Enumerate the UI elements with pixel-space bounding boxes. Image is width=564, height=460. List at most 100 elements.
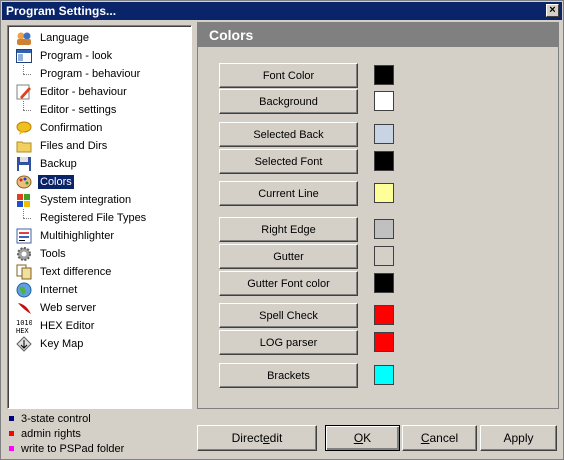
legend-item: admin rights <box>9 426 124 441</box>
gear-icon <box>16 246 32 262</box>
tree-item-tools[interactable]: Tools <box>16 245 186 263</box>
tree-item-registered-file-types[interactable]: Registered File Types <box>16 209 186 227</box>
right-edge-swatch[interactable] <box>374 219 394 239</box>
selected-back-button[interactable]: Selected Back <box>219 122 358 147</box>
selected-font-swatch[interactable] <box>374 151 394 171</box>
close-button[interactable]: × <box>546 4 559 17</box>
tree-item-system-integration[interactable]: System integration <box>16 191 186 209</box>
pencil-icon <box>16 84 32 100</box>
speech-bubble-icon <box>16 120 32 136</box>
tree-item-label: Multihighlighter <box>40 230 114 242</box>
tree-item-label: Web server <box>40 302 97 314</box>
title-bar: Program Settings... × <box>2 2 562 20</box>
selected-back-swatch[interactable] <box>374 124 394 144</box>
language-icon <box>16 30 32 46</box>
spell-check-button[interactable]: Spell Check <box>219 303 358 328</box>
tree-item-label: Colors <box>38 175 74 189</box>
tree-item-backup[interactable]: Backup <box>16 155 186 173</box>
cancel-button[interactable]: Cancel <box>402 425 477 451</box>
background-button[interactable]: Background <box>219 89 358 114</box>
brackets-swatch[interactable] <box>374 365 394 385</box>
font-color-swatch[interactable] <box>374 65 394 85</box>
tree-item-label: Language <box>40 32 89 44</box>
tree-item-multihighlighter[interactable]: Multihighlighter <box>16 227 186 245</box>
spell-check-swatch[interactable] <box>374 305 394 325</box>
palette-icon <box>16 174 32 190</box>
tree-item-program-look[interactable]: Program - look <box>16 47 186 65</box>
feather-icon <box>16 300 32 316</box>
gutter-swatch[interactable] <box>374 246 394 266</box>
current-line-button[interactable]: Current Line <box>219 181 358 206</box>
background-swatch[interactable] <box>374 91 394 111</box>
svg-text:1010: 1010 <box>16 319 32 327</box>
window-layout-icon <box>16 48 32 64</box>
ok-button[interactable]: OK <box>325 425 400 451</box>
folder-icon <box>16 138 32 154</box>
current-line-swatch[interactable] <box>374 183 394 203</box>
tree-item-program-behaviour[interactable]: Program - behaviour <box>16 65 186 83</box>
floppy-disk-icon <box>16 156 32 172</box>
legend-color-marker <box>9 416 14 421</box>
svg-text:HEX: HEX <box>16 327 29 334</box>
legend-item: 3-state control <box>9 411 124 426</box>
tree-connector <box>16 65 32 83</box>
tree-item-confirmation[interactable]: Confirmation <box>16 119 186 137</box>
tree-item-label: Internet <box>40 284 78 296</box>
highlighter-list-icon <box>16 228 32 244</box>
settings-dialog: Program Settings... × Language Program - … <box>0 0 564 460</box>
log-parser-button[interactable]: LOG parser <box>219 330 358 355</box>
gutter-button[interactable]: Gutter <box>219 244 358 269</box>
tree-connector <box>16 101 32 119</box>
tree-item-label: Program - look <box>40 50 113 62</box>
hex-icon: 1010 HEX <box>16 318 32 334</box>
font-color-button[interactable]: Font Color <box>219 63 358 88</box>
settings-category-tree[interactable]: Language Program - look Program - behaviou… <box>7 25 192 409</box>
panel-title: Colors <box>198 23 558 47</box>
tree-item-files-and-dirs[interactable]: Files and Dirs <box>16 137 186 155</box>
direct-edit-button[interactable]: Direct e dit <box>197 425 317 451</box>
compare-icon <box>16 264 32 280</box>
tree-item-key-map[interactable]: Key Map <box>16 335 186 353</box>
tree-item-label: Text difference <box>40 266 112 278</box>
tree-item-label: Key Map <box>40 338 84 350</box>
legend-color-marker <box>9 431 14 436</box>
windows-logo-icon <box>16 192 32 208</box>
tree-item-label: Confirmation <box>40 122 103 134</box>
tree-item-label: Editor - settings <box>40 104 117 116</box>
tree-item-editor-settings[interactable]: Editor - settings <box>16 101 186 119</box>
legend-color-marker <box>9 446 14 451</box>
tree-item-label: Backup <box>40 158 77 170</box>
tree-item-label: Editor - behaviour <box>40 86 127 98</box>
gutter-font-color-button[interactable]: Gutter Font color <box>219 271 358 296</box>
brackets-button[interactable]: Brackets <box>219 363 358 388</box>
tree-item-label: System integration <box>40 194 132 206</box>
legend-label: 3-state control <box>21 412 91 425</box>
legend-label: write to PSPad folder <box>21 442 125 455</box>
legend: 3-state control admin rights write to PSPa… <box>9 411 124 456</box>
tree-item-hex-editor[interactable]: 1010 HEX HEX Editor <box>16 317 186 335</box>
colors-panel: Colors Font Color Background Selected Back… <box>197 22 559 409</box>
legend-item: write to PSPad folder <box>9 441 124 456</box>
keymap-icon <box>16 336 32 352</box>
tree-item-label: Registered File Types <box>40 212 147 224</box>
tree-item-colors[interactable]: Colors <box>16 173 186 191</box>
close-icon: × <box>549 4 556 16</box>
tree-item-language[interactable]: Language <box>16 29 186 47</box>
selected-font-button[interactable]: Selected Font <box>219 149 358 174</box>
window-title: Program Settings... <box>6 4 117 18</box>
apply-button[interactable]: Apply <box>480 425 557 451</box>
tree-item-label: Files and Dirs <box>40 140 108 152</box>
tree-item-internet[interactable]: Internet <box>16 281 186 299</box>
right-edge-button[interactable]: Right Edge <box>219 217 358 242</box>
log-parser-swatch[interactable] <box>374 332 394 352</box>
tree-item-web-server[interactable]: Web server <box>16 299 186 317</box>
tree-item-label: Program - behaviour <box>40 68 141 80</box>
globe-icon <box>16 282 32 298</box>
tree-item-editor-behaviour[interactable]: Editor - behaviour <box>16 83 186 101</box>
tree-item-label: HEX Editor <box>40 320 95 332</box>
tree-connector <box>16 209 32 227</box>
gutter-font-color-swatch[interactable] <box>374 273 394 293</box>
legend-label: admin rights <box>21 427 81 440</box>
tree-item-label: Tools <box>40 248 66 260</box>
tree-item-text-difference[interactable]: Text difference <box>16 263 186 281</box>
